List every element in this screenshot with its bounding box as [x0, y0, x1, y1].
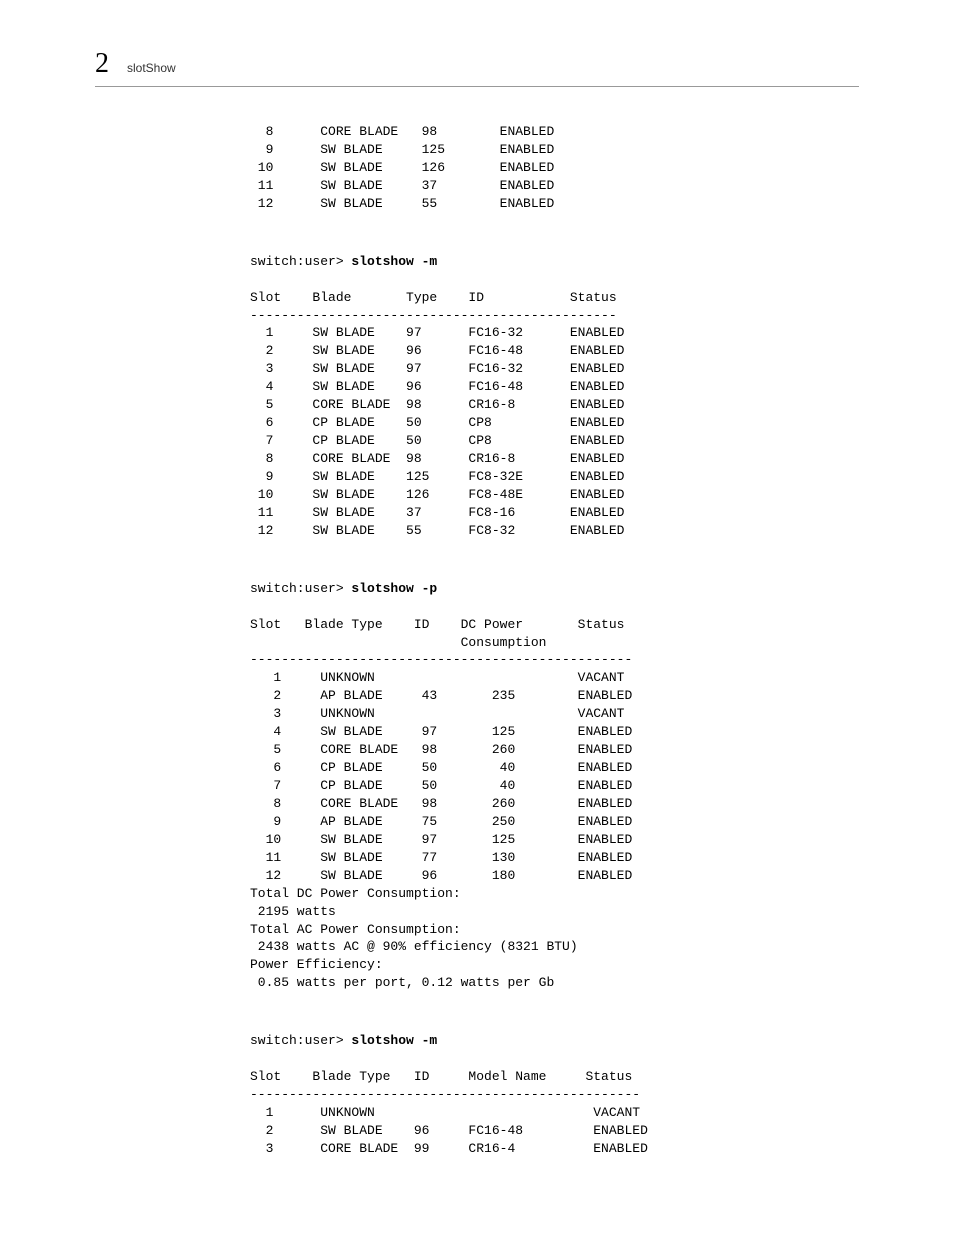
- code-block-3: switch:user> slotshow -p Slot Blade Type…: [250, 580, 859, 993]
- page-header: 2 slotShow: [95, 50, 859, 87]
- prompt: switch:user>: [250, 581, 351, 596]
- output-lines: Slot Blade Type ID Status --------------…: [250, 290, 624, 538]
- command-text: slotshow -m: [351, 254, 437, 269]
- output-lines: Slot Blade Type ID Model Name Status ---…: [250, 1069, 648, 1156]
- prompt: switch:user>: [250, 254, 351, 269]
- prompt: switch:user>: [250, 1033, 351, 1048]
- command-text: slotshow -p: [351, 581, 437, 596]
- page: 2 slotShow 8 CORE BLADE 98 ENABLED 9 SW …: [0, 0, 954, 1248]
- command-text: slotshow -m: [351, 1033, 437, 1048]
- code-block-2: switch:user> slotshow -m Slot Blade Type…: [250, 253, 859, 540]
- code-block-1: 8 CORE BLADE 98 ENABLED 9 SW BLADE 125 E…: [250, 123, 859, 213]
- chapter-number: 2: [95, 50, 109, 78]
- output-lines: Slot Blade Type ID DC Power Status Consu…: [250, 617, 632, 991]
- code-block-4: switch:user> slotshow -m Slot Blade Type…: [250, 1032, 859, 1158]
- chapter-title: slotShow: [127, 61, 176, 75]
